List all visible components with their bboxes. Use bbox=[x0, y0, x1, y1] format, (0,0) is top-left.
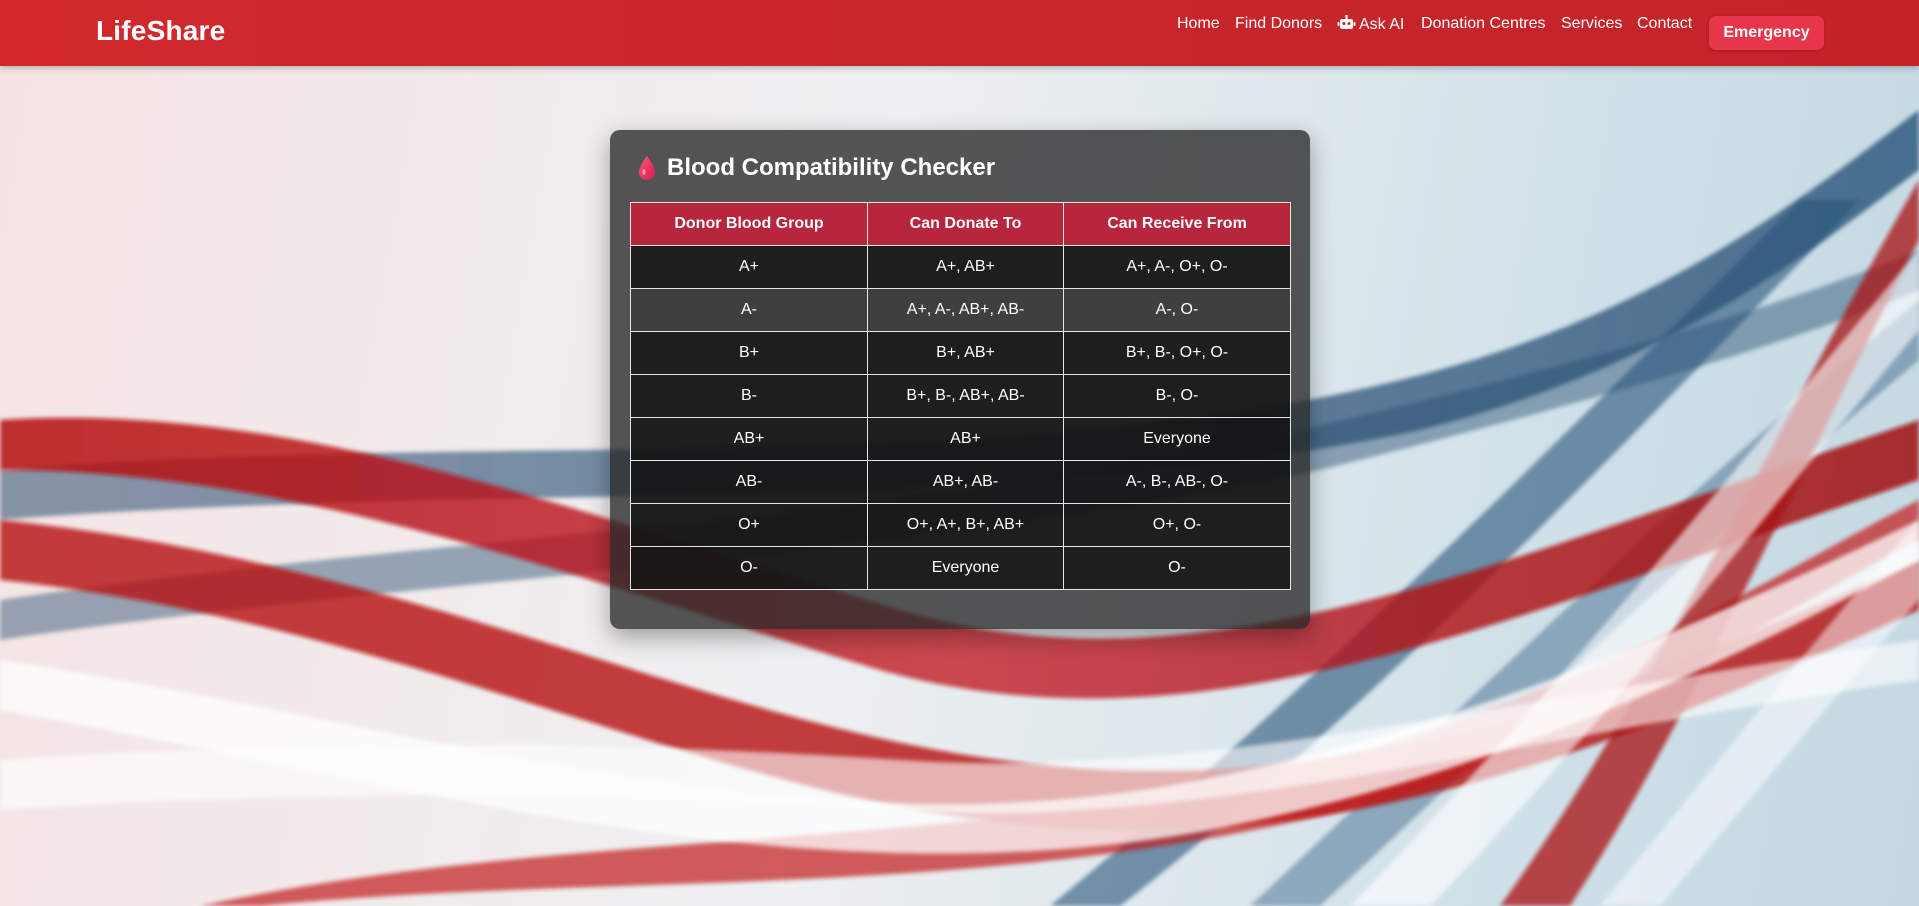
donor-group-cell: AB+ bbox=[630, 417, 868, 461]
can-receive-cell: O+, O- bbox=[1063, 503, 1291, 547]
compatibility-card: Blood Compatibility Checker Donor Blood … bbox=[610, 130, 1310, 629]
card-header: Blood Compatibility Checker bbox=[637, 153, 995, 183]
can-donate-cell: Everyone bbox=[867, 546, 1064, 590]
table-row: AB- AB+, AB- A-, B-, AB-, O- bbox=[630, 460, 1291, 504]
table-row: O+ O+, A+, B+, AB+ O+, O- bbox=[630, 503, 1291, 547]
can-receive-cell: O- bbox=[1063, 546, 1291, 590]
table-row: AB+ AB+ Everyone bbox=[630, 417, 1291, 461]
nav-ask-ai[interactable]: Ask AI bbox=[1337, 14, 1405, 36]
column-header: Can Receive From bbox=[1063, 202, 1291, 246]
column-header: Donor Blood Group bbox=[630, 202, 868, 246]
nav-home[interactable]: Home bbox=[1177, 15, 1220, 33]
compatibility-table: Donor Blood Group Can Donate To Can Rece… bbox=[630, 202, 1291, 590]
can-receive-cell: A-, B-, AB-, O- bbox=[1063, 460, 1291, 504]
nav-donation-centres[interactable]: Donation Centres bbox=[1421, 15, 1546, 33]
top-navbar: LifeShare Home Find Donors Ask AI Donati… bbox=[0, 0, 1919, 66]
nav-ask-ai-label: Ask AI bbox=[1359, 16, 1405, 33]
donor-group-cell: B+ bbox=[630, 331, 868, 375]
donor-group-cell: A- bbox=[630, 288, 868, 332]
can-donate-cell: AB+, AB- bbox=[867, 460, 1064, 504]
nav-services[interactable]: Services bbox=[1561, 15, 1622, 33]
can-donate-cell: A+, A-, AB+, AB- bbox=[867, 288, 1064, 332]
can-receive-cell: Everyone bbox=[1063, 417, 1291, 461]
can-receive-cell: B+, B-, O+, O- bbox=[1063, 331, 1291, 375]
blood-drop-icon bbox=[639, 156, 655, 180]
donor-group-cell: A+ bbox=[630, 245, 868, 289]
table-row: O- Everyone O- bbox=[630, 546, 1291, 590]
can-donate-cell: B+, AB+ bbox=[867, 331, 1064, 375]
table-row: B- B+, B-, AB+, AB- B-, O- bbox=[630, 374, 1291, 418]
brand-logo[interactable]: LifeShare bbox=[96, 15, 225, 47]
table-row: B+ B+, AB+ B+, B-, O+, O- bbox=[630, 331, 1291, 375]
donor-group-cell: O+ bbox=[630, 503, 868, 547]
emergency-button[interactable]: Emergency bbox=[1709, 16, 1824, 50]
table-row: A- A+, A-, AB+, AB- A-, O- bbox=[630, 288, 1291, 332]
can-donate-cell: B+, B-, AB+, AB- bbox=[867, 374, 1064, 418]
can-donate-cell: A+, AB+ bbox=[867, 245, 1064, 289]
robot-icon bbox=[1337, 14, 1356, 36]
donor-group-cell: B- bbox=[630, 374, 868, 418]
can-donate-cell: O+, A+, B+, AB+ bbox=[867, 503, 1064, 547]
can-receive-cell: A-, O- bbox=[1063, 288, 1291, 332]
can-donate-cell: AB+ bbox=[867, 417, 1064, 461]
can-receive-cell: A+, A-, O+, O- bbox=[1063, 245, 1291, 289]
table-header-row: Donor Blood Group Can Donate To Can Rece… bbox=[630, 202, 1291, 246]
nav-contact[interactable]: Contact bbox=[1637, 15, 1692, 33]
card-title: Blood Compatibility Checker bbox=[667, 154, 996, 181]
donor-group-cell: AB- bbox=[630, 460, 868, 504]
can-receive-cell: B-, O- bbox=[1063, 374, 1291, 418]
donor-group-cell: O- bbox=[630, 546, 868, 590]
nav-find-donors[interactable]: Find Donors bbox=[1235, 15, 1322, 33]
table-row: A+ A+, AB+ A+, A-, O+, O- bbox=[630, 245, 1291, 289]
column-header: Can Donate To bbox=[867, 202, 1064, 246]
